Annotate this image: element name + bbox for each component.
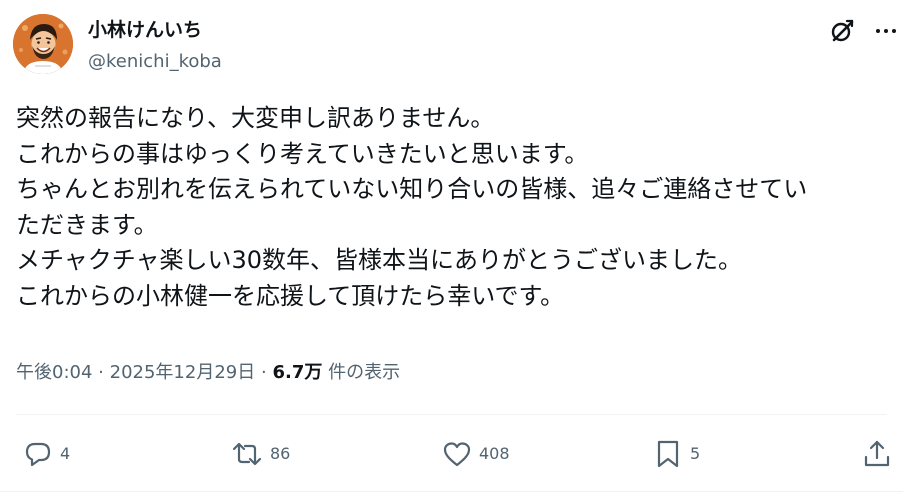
user-handle[interactable]: @kenichi_koba bbox=[88, 50, 222, 74]
bookmark-count: 5 bbox=[690, 444, 701, 463]
post-time[interactable]: 午後0:04 bbox=[16, 362, 92, 383]
bookmark-icon bbox=[657, 440, 679, 468]
meta-separator: · bbox=[98, 362, 104, 383]
share-button[interactable] bbox=[861, 437, 893, 471]
meta-separator: · bbox=[260, 362, 267, 383]
display-name[interactable]: 小林けんいち bbox=[88, 18, 202, 42]
reply-button[interactable]: 4 bbox=[22, 437, 70, 471]
avatar-illustration-icon bbox=[13, 14, 73, 74]
like-button[interactable]: 408 bbox=[441, 437, 510, 471]
tweet-text-line: ちゃんとお別れを伝えられていない知り合いの皆様、追々ご連絡させてい bbox=[16, 175, 808, 203]
tweet-card: 小林けんいち @kenichi_koba 突然の報告になり、大変申し訳ありません… bbox=[0, 0, 903, 492]
retweet-icon bbox=[232, 442, 262, 466]
grok-icon[interactable] bbox=[828, 17, 856, 45]
share-icon bbox=[864, 440, 890, 467]
tweet-text-line: 突然の報告になり、大変申し訳ありません。 bbox=[16, 104, 495, 132]
post-date[interactable]: 2025年12月29日 bbox=[110, 362, 256, 383]
tweet-text: 突然の報告になり、大変申し訳ありません。 これからの事はゆっくり考えていきたいと… bbox=[16, 101, 896, 314]
tweet-text-line: これからの事はゆっくり考えていきたいと思います。 bbox=[16, 139, 589, 168]
tweet-text-line: これからの小林健一を応援して頂けたら幸いです。 bbox=[16, 281, 565, 310]
bookmark-button[interactable]: 5 bbox=[652, 437, 700, 471]
views-label[interactable]: 件の表示 bbox=[328, 362, 400, 383]
reply-icon bbox=[25, 442, 51, 467]
tweet-text-line: ただきます。 bbox=[16, 210, 158, 239]
like-count: 408 bbox=[479, 444, 510, 463]
profile-avatar[interactable] bbox=[13, 14, 73, 74]
tweet-text-line: メチャクチャ楽しい30数年、皆様本当にありがとうございました。 bbox=[16, 246, 743, 274]
tweet-meta: 午後0:04 · 2025年12月29日 · 6.7万 件の表示 bbox=[16, 361, 400, 385]
reply-count: 4 bbox=[60, 444, 71, 463]
more-icon[interactable] bbox=[872, 17, 900, 45]
retweet-count: 86 bbox=[270, 444, 291, 463]
divider bbox=[16, 414, 887, 415]
views-count[interactable]: 6.7万 bbox=[272, 362, 322, 383]
retweet-button[interactable]: 86 bbox=[230, 437, 290, 471]
heart-icon bbox=[443, 442, 471, 467]
